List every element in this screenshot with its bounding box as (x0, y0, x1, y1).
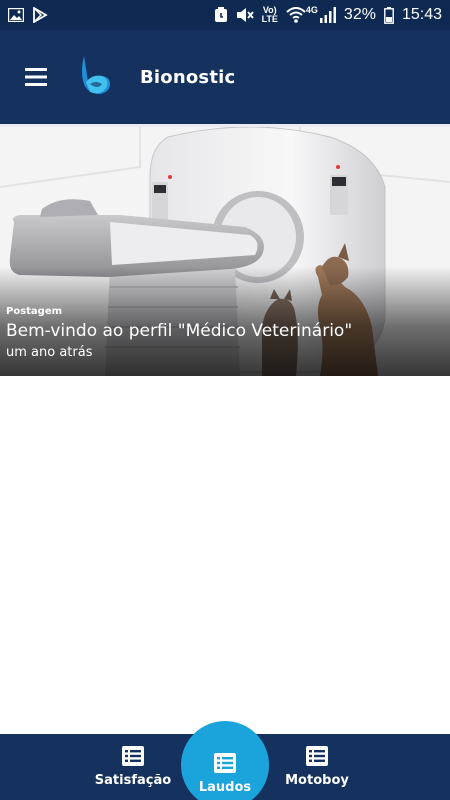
volte-icon: Vo) LTE (261, 5, 278, 24)
list-icon (122, 746, 144, 766)
post-text: Postagem Bem-vindo ao perfil "Médico Vet… (6, 306, 352, 360)
network-type-label: 4G (305, 5, 318, 15)
hamburger-icon (25, 68, 47, 86)
status-left (8, 7, 48, 23)
battery-percent: 32% (343, 6, 376, 23)
wifi-icon: 4G (286, 6, 318, 23)
nav-label-laudos: Laudos (198, 780, 252, 795)
post-category: Postagem (6, 306, 63, 317)
list-icon (306, 746, 328, 766)
battery-icon (384, 6, 394, 24)
menu-button[interactable] (8, 49, 64, 105)
status-right: Vo) LTE 4G 32% 15:43 (214, 6, 442, 24)
status-bar: Vo) LTE 4G 32% 15:43 (0, 0, 450, 30)
alarm-icon (214, 7, 228, 23)
post-title: Bem-vindo ao perfil "Médico Veterinário" (6, 321, 353, 341)
app-bar: Bionostic (0, 30, 450, 124)
list-icon (214, 753, 236, 773)
bionostic-logo (82, 56, 110, 94)
app-title: Bionostic (140, 66, 236, 88)
nav-laudos[interactable]: Laudos (170, 728, 280, 800)
post-card[interactable]: Postagem Bem-vindo ao perfil "Médico Vet… (0, 127, 450, 376)
image-icon (8, 8, 24, 22)
nav-label-satisfacao: Satisfação (94, 773, 172, 788)
nav-label-motoboy: Motoboy (285, 773, 349, 788)
clock: 15:43 (401, 6, 442, 23)
signal-icon (319, 7, 336, 23)
post-timestamp: um ano atrás (6, 345, 93, 360)
play-store-icon (32, 7, 48, 23)
mute-icon (236, 7, 254, 23)
